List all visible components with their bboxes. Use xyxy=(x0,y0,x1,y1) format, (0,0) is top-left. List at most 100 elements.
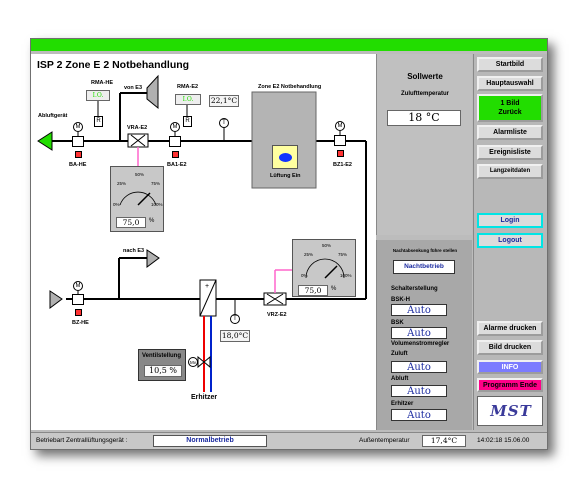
bz-he-motor: M xyxy=(73,281,83,291)
vrz-e2-label: VRZ-E2 xyxy=(267,312,287,318)
zuluft-field[interactable]: Auto xyxy=(391,361,447,373)
mst-logo-text: MST xyxy=(490,402,532,420)
betriebsart-value: Normalbetrieb xyxy=(153,435,267,447)
logout-button[interactable]: Logout xyxy=(477,233,543,248)
rma-he-relay: R xyxy=(94,116,103,127)
nachtbetrieb-button[interactable]: Nachtbetrieb xyxy=(393,260,455,274)
alarmliste-button[interactable]: Alarmliste xyxy=(477,125,543,140)
rma-he-status: I.O. xyxy=(86,90,110,101)
betriebsart-label: Betriebart Zentrallüftungsgerät : xyxy=(36,437,128,444)
alarme-drucken-button[interactable]: Alarme drucken xyxy=(477,321,543,336)
gauge1-needle xyxy=(137,192,151,206)
rma-e2-relay: R xyxy=(183,116,192,127)
bsk-h-field[interactable]: Auto xyxy=(391,304,447,316)
heater-plus-sign: + xyxy=(205,283,210,290)
hauptauswahl-button[interactable]: Hauptauswahl xyxy=(477,76,543,91)
aussentemperatur-label: Außentemperatur xyxy=(359,437,410,444)
zurueck-line1: 1 Bild xyxy=(500,100,520,107)
ba1-e2-motor: M xyxy=(170,122,180,132)
abluft-field[interactable]: Auto xyxy=(391,385,447,397)
gauge1-tick-100: 100% xyxy=(151,202,163,207)
ba1-e2-label: BA1-E2 xyxy=(167,162,187,168)
ba-he-label: BA-HE xyxy=(69,162,87,168)
ba-he-damper xyxy=(72,136,84,147)
lueftung-label: Lüftung Ein xyxy=(270,173,301,179)
gauge2-tick-25: 25% xyxy=(304,252,314,257)
ventilstellung-value: 10,5 % xyxy=(144,365,182,377)
bsk-field[interactable]: Auto xyxy=(391,327,447,339)
gauge2-panel: 50% 25% 75% 0% 100% 75,0 % xyxy=(292,239,356,297)
valve-motor: Mv xyxy=(188,357,198,367)
programm-ende-button[interactable]: Programm Ende xyxy=(477,378,543,392)
erhitzer-label: Erhitzer xyxy=(191,394,218,401)
startbild-button[interactable]: Startbild xyxy=(477,57,543,72)
zurueck-line2: Zurück xyxy=(498,109,522,116)
bz1-e2-damper xyxy=(334,135,346,146)
erhitzer-field[interactable]: Auto xyxy=(391,409,447,421)
rma-e2-status: I.O. xyxy=(175,94,201,105)
zulufttemperatur-setpoint[interactable]: 18 °C xyxy=(387,110,461,126)
outside-air-arrow xyxy=(49,290,63,309)
gauge2-tick-75: 75% xyxy=(338,252,348,257)
ba-he-motor: M xyxy=(73,122,83,132)
schalter-panel: Nachtabsenkung führe stellen Nachtbetrie… xyxy=(376,240,472,430)
ventilstellung-panel: Ventilstellung 10,5 % xyxy=(138,349,186,381)
gauge1-tick-50: 50% xyxy=(135,172,145,177)
fan-icon xyxy=(279,153,292,162)
zone-label: Zone E2 Notbehandlung xyxy=(258,84,322,90)
gauge2-value: 75,0 xyxy=(298,285,328,296)
ba1-e2-fault-lamp xyxy=(172,151,179,158)
ereignisliste-button[interactable]: Ereignisliste xyxy=(477,145,543,160)
bsk-h-label: BSK-H xyxy=(391,297,410,303)
gauge1-tick-75: 75% xyxy=(151,181,161,186)
sollwerte-panel: Sollwerte Zulufttemperatur 18 °C xyxy=(376,54,472,235)
ba-he-fault-lamp xyxy=(75,151,82,158)
schalter-title: Schalterstellung xyxy=(391,286,438,292)
bz-he-fault-lamp xyxy=(75,309,82,316)
volumen-title: Volumenstromregler xyxy=(391,341,450,347)
mst-logo: MST xyxy=(477,396,543,426)
bz-he-damper xyxy=(72,294,84,305)
rma-e2-label: RMA-E2 xyxy=(177,84,199,90)
rma-he-label: RMA-HE xyxy=(91,80,113,86)
gauge2-needle xyxy=(324,265,338,279)
ba1-e2-damper xyxy=(169,136,181,147)
temp-sensor-top: T xyxy=(219,118,229,128)
bottom-status-bar: Betriebart Zentrallüftungsgerät : Normal… xyxy=(31,432,547,449)
bsk-label: BSK xyxy=(391,320,404,326)
nach-e3-arrow xyxy=(146,249,160,268)
login-button[interactable]: Login xyxy=(477,213,543,228)
langzeitdaten-button[interactable]: Langzeitdaten xyxy=(477,164,543,179)
gauge2-unit: % xyxy=(331,286,337,292)
bz1-e2-fault-lamp xyxy=(337,150,344,157)
abluftgeraet-label: Abluftgerät xyxy=(38,113,68,119)
gauge1-value: 75,0 xyxy=(116,217,146,228)
bz-he-label: BZ-HE xyxy=(72,320,89,326)
von-e3-cone xyxy=(146,74,159,110)
lueftung-status-lamp[interactable] xyxy=(272,145,298,169)
nacht-title: Nachtabsenkung führe stellen xyxy=(392,248,458,253)
gauge1-unit: % xyxy=(149,218,155,224)
nach-e3-label: nach E3 xyxy=(123,248,145,254)
info-button[interactable]: INFO xyxy=(477,360,543,374)
gauge1-tick-0: 0% xyxy=(113,202,120,207)
zurueck-button[interactable]: 1 Bild Zurück xyxy=(477,94,543,122)
zuluft-label: Zuluft xyxy=(391,351,408,357)
bild-drucken-button[interactable]: Bild drucken xyxy=(477,340,543,355)
gauge1-tick-25: 25% xyxy=(117,181,127,186)
gauge2-tick-0: 0% xyxy=(301,273,308,278)
erhitzer-schalter-label: Erhitzer xyxy=(391,401,414,407)
abluft-label: Abluft xyxy=(391,376,409,382)
gauge2-tick-50: 50% xyxy=(322,243,332,248)
sollwerte-subtitle: Zulufttemperatur xyxy=(401,91,449,97)
vra-e2-label: VRA-E2 xyxy=(127,125,148,131)
gauge1-panel: 50% 25% 75% 0% 100% 75,0 % xyxy=(110,166,164,232)
temp-bottom-display: 18,0°C xyxy=(220,330,250,342)
temp-top-display: 22,1°C xyxy=(209,95,239,107)
bz1-e2-label: BZ1-E2 xyxy=(333,162,352,168)
gauge2-tick-100: 100% xyxy=(340,273,352,278)
datetime: 14:02:18 15.06.00 xyxy=(477,437,530,444)
ventilstellung-label: Ventilstellung xyxy=(142,353,182,359)
exhaust-arrow xyxy=(37,131,53,151)
aussentemperatur-value: 17,4°C xyxy=(422,435,466,447)
